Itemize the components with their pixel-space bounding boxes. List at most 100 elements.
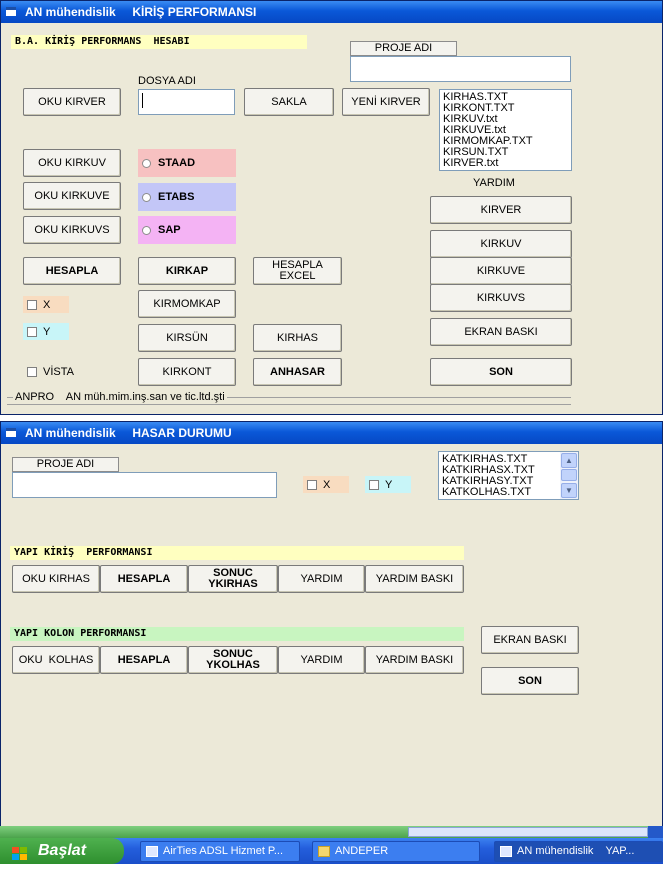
yeni-kirver-button[interactable]: YENİ KIRVER bbox=[342, 88, 430, 116]
start-button[interactable]: Başlat bbox=[0, 838, 124, 864]
window-title: AN mühendislik KİRİŞ PERFORMANSI bbox=[25, 5, 257, 19]
radio-circle bbox=[142, 225, 151, 235]
yardim-kiris-button[interactable]: YARDIM bbox=[278, 565, 365, 593]
button-line: YKOLHAS bbox=[206, 659, 260, 671]
taskbar-item-label: AN mühendislik YAP... bbox=[517, 845, 635, 857]
scroll-down-button[interactable]: ▼ bbox=[561, 483, 577, 498]
kiris-performansi-bar: YAPI KİRİŞ PERFORMANSI bbox=[10, 546, 464, 560]
kirkuve-button[interactable]: KIRKUVE bbox=[430, 257, 572, 285]
kirmomkap-button[interactable]: KIRMOMKAP bbox=[138, 290, 236, 318]
oku-kirkuvs-button[interactable]: OKU KIRKUVS bbox=[23, 216, 121, 244]
dosya-adi-input[interactable] bbox=[138, 89, 235, 115]
window-icon bbox=[146, 846, 158, 857]
kirkap-button[interactable]: KIRKAP bbox=[138, 257, 236, 285]
button-line: YKIRHAS bbox=[208, 578, 258, 590]
oku-kirver-button[interactable]: OKU KIRVER bbox=[23, 88, 121, 116]
scroll-thumb[interactable] bbox=[561, 469, 577, 481]
yardim-kolon-button[interactable]: YARDIM bbox=[278, 646, 365, 674]
yardim-baski-kolon-button[interactable]: YARDIM BASKI bbox=[365, 646, 464, 674]
ekran-baski-button[interactable]: EKRAN BASKI bbox=[481, 626, 579, 654]
window-kiris-performansi: AN mühendislik KİRİŞ PERFORMANSI B.A. Kİ… bbox=[0, 0, 663, 415]
radio-etabs[interactable]: ETABS bbox=[138, 183, 236, 211]
hesapla-kolon-button[interactable]: HESAPLA bbox=[100, 646, 188, 674]
checkbox-box bbox=[27, 326, 37, 337]
hesapla-kiris-button[interactable]: HESAPLA bbox=[100, 565, 188, 593]
window-icon bbox=[6, 7, 16, 16]
oku-kirhas-button[interactable]: OKU KIRHAS bbox=[12, 565, 100, 593]
scroll-track[interactable] bbox=[408, 827, 648, 837]
kirkuvs-button[interactable]: KIRKUVS bbox=[430, 284, 572, 312]
radio-label: STAAD bbox=[158, 157, 196, 169]
file-listbox[interactable]: KATKIRHAS.TXT KATKIRHASX.TXT KATKIRHASY.… bbox=[438, 451, 579, 500]
kirhas-button[interactable]: KIRHAS bbox=[253, 324, 342, 352]
scroll-right-button[interactable] bbox=[648, 826, 663, 838]
oku-kolhas-button[interactable]: OKU KOLHAS bbox=[12, 646, 100, 674]
checkbox-box bbox=[27, 299, 37, 310]
list-item[interactable]: KIRVER.txt bbox=[443, 158, 568, 169]
sakla-button[interactable]: SAKLA bbox=[244, 88, 334, 116]
taskbar-item-an-muhendislik[interactable]: AN mühendislik YAP... bbox=[494, 841, 663, 862]
son-button[interactable]: SON bbox=[481, 667, 579, 695]
windows-logo-icon bbox=[12, 844, 27, 860]
yardim-baski-kiris-button[interactable]: YARDIM BASKI bbox=[365, 565, 464, 593]
radio-label: ETABS bbox=[158, 191, 195, 203]
checkbox-box bbox=[369, 479, 379, 490]
ekran-baski-button[interactable]: EKRAN BASKI bbox=[430, 318, 572, 346]
checkbox-vista[interactable]: VİSTA bbox=[23, 363, 93, 380]
radio-label: SAP bbox=[158, 224, 181, 236]
taskbar-item-label: ANDEPER bbox=[335, 845, 389, 857]
kirkont-button[interactable]: KIRKONT bbox=[138, 358, 236, 386]
checkbox-box bbox=[27, 366, 37, 377]
listbox-scrollbar[interactable]: ▲ ▼ bbox=[560, 452, 578, 499]
window-icon bbox=[6, 428, 16, 437]
proje-adi-input[interactable] bbox=[12, 472, 277, 498]
scroll-up-button[interactable]: ▲ bbox=[561, 453, 577, 468]
checkbox-x[interactable]: X bbox=[303, 476, 349, 493]
anhasar-button[interactable]: ANHASAR bbox=[253, 358, 342, 386]
checkbox-label: X bbox=[43, 298, 51, 311]
dosya-adi-label: DOSYA ADI bbox=[138, 75, 196, 87]
hesapla-excel-button[interactable]: HESAPLA EXCEL bbox=[253, 257, 342, 285]
yardim-label: YARDIM bbox=[473, 177, 515, 189]
proje-adi-input[interactable] bbox=[350, 56, 571, 82]
taskbar: Başlat AirTies ADSL Hizmet P... ANDEPER … bbox=[0, 838, 663, 864]
kirsun-button[interactable]: KIRSÜN bbox=[138, 324, 236, 352]
group-label: ANPRO AN müh.mim.inş.san ve tic.ltd.şti bbox=[13, 391, 227, 403]
hesapla-button[interactable]: HESAPLA bbox=[23, 257, 121, 285]
kolon-performansi-bar: YAPI KOLON PERFORMANSI bbox=[10, 627, 464, 641]
checkbox-label: Y bbox=[43, 325, 51, 338]
checkbox-label: X bbox=[323, 478, 331, 491]
window-title: AN mühendislik HASAR DURUMU bbox=[25, 426, 232, 440]
start-label: Başlat bbox=[38, 842, 87, 859]
file-listbox[interactable]: KIRHAS.TXT KIRKONT.TXT KIRKUV.txt KIRKUV… bbox=[439, 89, 572, 171]
folder-icon bbox=[318, 846, 330, 857]
radio-circle bbox=[142, 158, 151, 168]
taskbar-item-andeper[interactable]: ANDEPER bbox=[312, 841, 480, 862]
sonuc-ykolhas-button[interactable]: SONUC YKOLHAS bbox=[188, 646, 278, 674]
window-hasar-durumu: AN mühendislik HASAR DURUMU PROJE ADI X … bbox=[0, 421, 663, 834]
checkbox-label: VİSTA bbox=[43, 365, 74, 378]
sonuc-ykirhas-button[interactable]: SONUC YKIRHAS bbox=[188, 565, 278, 593]
taskbar-item-airties[interactable]: AirTies ADSL Hizmet P... bbox=[140, 841, 300, 862]
list-item[interactable]: KATKOLHAS.TXT bbox=[442, 487, 556, 498]
window-titlebar[interactable]: AN mühendislik HASAR DURUMU bbox=[1, 422, 662, 444]
kirver-button[interactable]: KIRVER bbox=[430, 196, 572, 224]
radio-sap[interactable]: SAP bbox=[138, 216, 236, 244]
desktop-scrollbar[interactable] bbox=[0, 826, 663, 838]
taskbar-item-label: AirTies ADSL Hizmet P... bbox=[163, 845, 284, 857]
window-titlebar[interactable]: AN mühendislik KİRİŞ PERFORMANSI bbox=[1, 1, 662, 23]
window-icon bbox=[500, 846, 512, 857]
oku-kirkuv-button[interactable]: OKU KIRKUV bbox=[23, 149, 121, 177]
checkbox-y[interactable]: Y bbox=[23, 323, 69, 340]
proje-adi-tab: PROJE ADI bbox=[12, 457, 119, 472]
checkbox-y[interactable]: Y bbox=[365, 476, 411, 493]
radio-circle bbox=[142, 192, 151, 202]
radio-staad[interactable]: STAAD bbox=[138, 149, 236, 177]
oku-kirkuve-button[interactable]: OKU KIRKUVE bbox=[23, 182, 121, 210]
checkbox-box bbox=[307, 479, 317, 490]
checkbox-x[interactable]: X bbox=[23, 296, 69, 313]
kirkuv-button[interactable]: KIRKUV bbox=[430, 230, 572, 258]
proje-adi-tab: PROJE ADI bbox=[350, 41, 457, 56]
son-button[interactable]: SON bbox=[430, 358, 572, 386]
header-bar: B.A. KİRİŞ PERFORMANS HESABI bbox=[11, 35, 307, 49]
